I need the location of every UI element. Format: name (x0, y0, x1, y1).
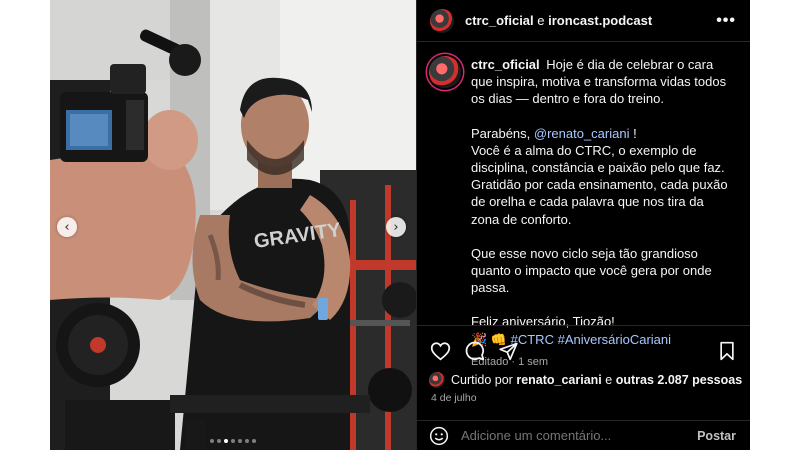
comment-icon[interactable] (463, 340, 485, 362)
mention-link[interactable]: @renato_cariani (534, 126, 630, 141)
carousel-dot (238, 439, 242, 443)
author-avatar[interactable] (429, 7, 455, 34)
instagram-post: GRAVITY ‹ › ctrc_oficial e ironcast.podc… (50, 0, 750, 450)
post-header: ctrc_oficial e ironcast.podcast ••• (417, 0, 750, 42)
coauthor-username[interactable]: ironcast.podcast (548, 13, 652, 28)
likes-joiner: e (605, 373, 613, 387)
caption-text: ctrc_oficial Hoje é dia de celebrar o ca… (471, 56, 731, 368)
caption-username[interactable]: ctrc_oficial (471, 57, 540, 72)
carousel-dot (252, 439, 256, 443)
carousel-dot (245, 439, 249, 443)
likes-prefix: Curtido por (451, 373, 513, 387)
caption-area: ctrc_oficial Hoje é dia de celebrar o ca… (417, 42, 750, 368)
post-authors: ctrc_oficial e ironcast.podcast (465, 13, 652, 28)
author-username[interactable]: ctrc_oficial (465, 13, 534, 28)
carousel-prev-button[interactable]: ‹ (57, 217, 77, 237)
caption-wish: Que esse novo ciclo seja tão grandioso q… (471, 245, 712, 296)
chevron-right-icon: › (393, 219, 399, 235)
comment-bar: Postar (417, 420, 750, 450)
heart-icon[interactable] (429, 340, 451, 362)
more-horizontal-icon[interactable]: ••• (716, 12, 736, 30)
likes-others[interactable]: outras 2.087 pessoas (616, 373, 742, 387)
carousel-dot (231, 439, 235, 443)
send-icon[interactable] (497, 340, 519, 362)
caption-line-alma: Você é a alma do CTRC, o exemplo de disc… (471, 142, 725, 176)
chevron-left-icon: ‹ (64, 219, 70, 235)
author-separator: e (537, 13, 545, 28)
comment-input[interactable] (461, 428, 698, 443)
carousel-dots (50, 439, 416, 443)
carousel-dot (224, 439, 228, 443)
congrats-suffix: ! (633, 125, 637, 141)
smiley-icon[interactable] (429, 426, 449, 446)
post-photo[interactable]: GRAVITY ‹ › (50, 0, 416, 450)
liker-avatar (429, 372, 445, 388)
congrats-prefix: Parabéns, (471, 125, 531, 141)
carousel-next-button[interactable]: › (386, 217, 406, 237)
post-side-panel: ctrc_oficial e ironcast.podcast ••• ctrc… (416, 0, 750, 450)
action-bar (417, 325, 750, 365)
carousel-dot (217, 439, 221, 443)
gym-photo-illustration: GRAVITY (50, 0, 416, 450)
caption-avatar[interactable] (429, 56, 461, 88)
liker-username[interactable]: renato_cariani (516, 373, 601, 387)
bookmark-icon[interactable] (716, 340, 738, 362)
caption-line-gratidao: Gratidão por cada ensinamento, cada puxã… (471, 177, 728, 227)
carousel-dot (210, 439, 214, 443)
likes-summary[interactable]: Curtido por renato_cariani e outras 2.08… (429, 372, 742, 388)
post-comment-button[interactable]: Postar (697, 429, 736, 443)
post-date[interactable]: 4 de julho (431, 392, 477, 404)
